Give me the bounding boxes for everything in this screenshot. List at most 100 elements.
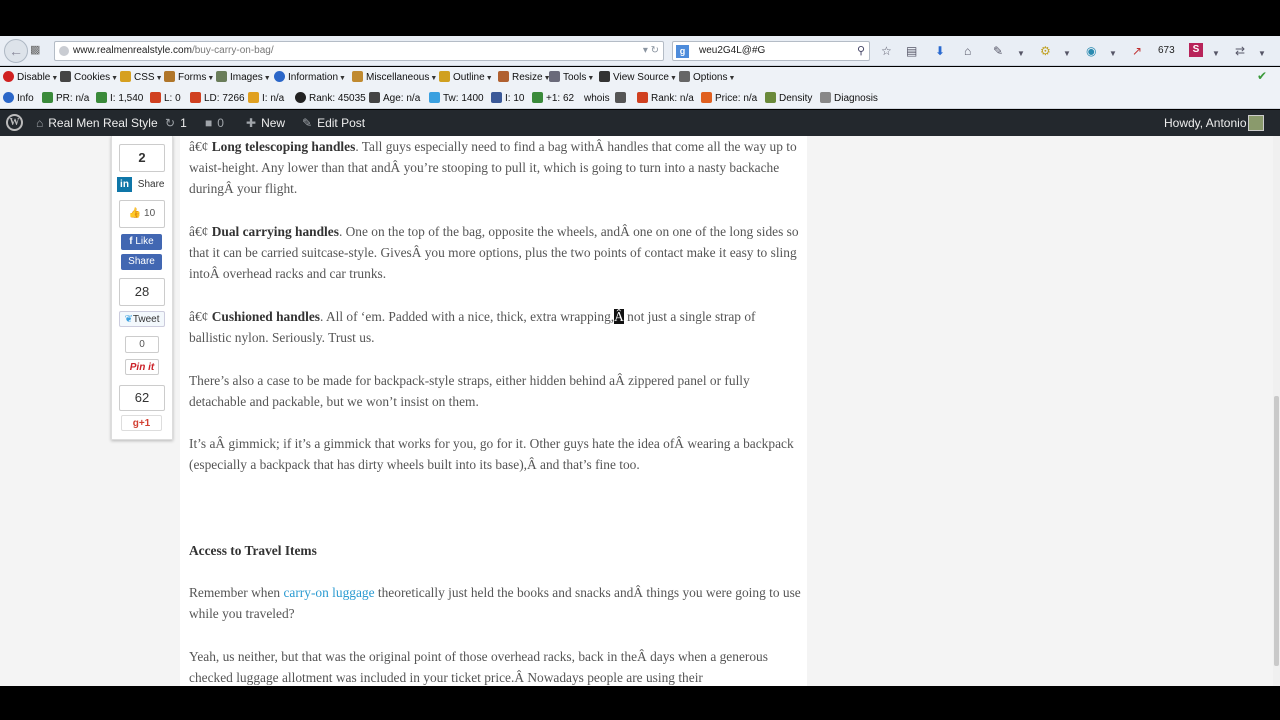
download-icon[interactable]: ⬇ xyxy=(935,44,945,58)
wp-updates[interactable]: ↻ 1 xyxy=(165,116,187,130)
seo-gplus[interactable]: +1: 62 xyxy=(532,92,574,105)
scrollbar-thumb[interactable] xyxy=(1274,396,1279,666)
carry-on-luggage-link[interactable]: carry-on luggage xyxy=(283,585,374,600)
tb-tools[interactable]: Tools▼ xyxy=(549,71,594,85)
screen: ← ▩ www.realmenrealstyle.com/buy-carry-o… xyxy=(0,0,1280,720)
url-path: /buy-carry-on-bag/ xyxy=(191,45,274,56)
source-icon xyxy=(615,92,626,103)
seo-facebook[interactable]: I: 10 xyxy=(491,92,524,105)
css-icon xyxy=(120,71,131,82)
seo-info[interactable]: Info xyxy=(3,92,34,105)
web-developer-toolbar: Disable▼ Cookies▼ CSS▼ Forms▼ Images▼ In… xyxy=(0,67,1280,88)
avatar[interactable] xyxy=(1248,115,1264,131)
wp-comments[interactable]: ■ 0 xyxy=(205,116,224,130)
tb-css[interactable]: CSS▼ xyxy=(120,71,163,85)
facebook-icon: f xyxy=(129,236,133,247)
pinit-button[interactable]: Pin it xyxy=(125,359,159,375)
tb-images[interactable]: Images▼ xyxy=(216,71,271,85)
pin-count: 0 xyxy=(125,336,159,353)
tb-information[interactable]: Information▼ xyxy=(274,71,346,85)
home-icon[interactable]: ⌂ xyxy=(964,44,971,58)
seo-google-index[interactable]: I: 1,540 xyxy=(96,92,143,105)
facebook-like-count: 👍 10 xyxy=(119,200,165,228)
seo-toolbar: Info PR: n/a I: 1,540 L: 0 LD: 7266 I: n… xyxy=(0,88,1280,109)
seo-age[interactable]: Age: n/a xyxy=(369,92,420,105)
paragraph-dual-handles: â€¢ Dual carrying handles. One on the to… xyxy=(189,224,799,282)
share-sidebar: 2 in Share 👍 10 f Like Share 28 ❦Tweet 0… xyxy=(111,136,173,440)
paragraph-backpack-straps: There’s also a case to be made for backp… xyxy=(189,373,750,410)
bookmarks-list-icon[interactable]: ▤ xyxy=(906,44,917,58)
chevron-down-icon[interactable]: ▼ xyxy=(1109,47,1117,61)
facebook-share-button[interactable]: Share xyxy=(121,254,162,270)
tb-cookies[interactable]: Cookies▼ xyxy=(60,71,118,85)
seo-price[interactable]: Price: n/a xyxy=(701,92,757,105)
paragraph-long-handles: â€¢ Long telescoping handles. Tall guys … xyxy=(189,139,797,197)
section-heading: Access to Travel Items xyxy=(189,543,317,558)
s-addon-icon[interactable]: S xyxy=(1189,43,1203,57)
seo-pagerank[interactable]: PR: n/a xyxy=(42,92,89,105)
thumbs-up-icon: 👍 xyxy=(128,208,142,219)
outline-icon xyxy=(439,71,450,82)
globe-icon xyxy=(59,46,69,56)
seo-diagnosis[interactable]: Diagnosis xyxy=(820,92,878,105)
seo-link-domains[interactable]: LD: 7266 xyxy=(190,92,245,105)
price-icon xyxy=(701,92,712,103)
wordpress-logo-icon[interactable]: W xyxy=(6,114,23,131)
gplus-button[interactable]: g+1 xyxy=(121,415,162,431)
bookmark-star-icon[interactable]: ☆ xyxy=(881,44,892,58)
tb-options[interactable]: Options▼ xyxy=(679,71,735,85)
seo-density[interactable]: Density xyxy=(765,92,812,105)
reload-icon[interactable]: ▾ ↻ xyxy=(643,42,659,60)
tools-icon[interactable]: ✎ xyxy=(993,44,1003,58)
globe-addon-icon[interactable]: ◉ xyxy=(1086,44,1096,58)
seo-alexa-rank[interactable]: Rank: 45035 xyxy=(295,92,366,105)
google-index-icon xyxy=(96,92,107,103)
seo-whois[interactable]: whois xyxy=(584,92,610,105)
tb-outline[interactable]: Outline▼ xyxy=(439,71,493,85)
linkedin-share-button[interactable]: in Share xyxy=(117,177,167,193)
google-icon: g xyxy=(676,45,689,58)
chevron-down-icon[interactable]: ▼ xyxy=(1017,47,1025,61)
seo-source[interactable] xyxy=(615,92,629,105)
tb-forms[interactable]: Forms▼ xyxy=(164,71,214,85)
bing-icon xyxy=(248,92,259,103)
arrows-addon-icon[interactable]: ⇄ xyxy=(1235,44,1245,58)
gplus-count: 62 xyxy=(119,385,165,411)
paragraph-cushioned-handles: â€¢ Cushioned handles. All of ‘em. Padde… xyxy=(189,309,756,346)
url-bar[interactable]: www.realmenrealstyle.com/buy-carry-on-ba… xyxy=(54,41,664,61)
wp-edit-post[interactable]: ✎ Edit Post xyxy=(302,116,365,130)
updates-icon: ↻ xyxy=(165,116,176,130)
tb-miscellaneous[interactable]: Miscellaneous▼ xyxy=(352,71,437,85)
chevron-down-icon[interactable]: ▼ xyxy=(1063,47,1071,61)
seo-rank[interactable]: Rank: n/a xyxy=(637,92,694,105)
search-icon[interactable]: ⚲ xyxy=(857,42,865,60)
back-button[interactable]: ← xyxy=(4,39,28,63)
link-domains-icon xyxy=(190,92,201,103)
home-icon: ⌂ xyxy=(36,116,44,130)
seo-bing-index[interactable]: I: n/a xyxy=(248,92,284,105)
wp-new[interactable]: ✚ New xyxy=(246,116,285,130)
browser-navbar: ← ▩ www.realmenrealstyle.com/buy-carry-o… xyxy=(0,36,1280,66)
wp-howdy[interactable]: Howdy, Antonio xyxy=(1164,116,1247,130)
seo-twitter[interactable]: Tw: 1400 xyxy=(429,92,484,105)
miscellaneous-icon xyxy=(352,71,363,82)
search-bar[interactable]: g weu2G4L@#G ⚲ xyxy=(672,41,870,61)
tweet-button[interactable]: ❦Tweet xyxy=(119,311,165,327)
chevron-down-icon[interactable]: ▼ xyxy=(1212,47,1220,61)
share-total-count: 2 xyxy=(119,144,165,172)
tb-disable[interactable]: Disable▼ xyxy=(3,71,58,85)
tweet-count: 28 xyxy=(119,278,165,306)
search-input[interactable]: weu2G4L@#G xyxy=(699,45,765,56)
facebook-like-button[interactable]: f Like xyxy=(121,234,162,250)
seo-links[interactable]: L: 0 xyxy=(150,92,181,105)
pencil-icon: ✎ xyxy=(302,116,313,130)
tb-resize[interactable]: Resize▼ xyxy=(498,71,551,85)
diagnosis-icon xyxy=(820,92,831,103)
wp-site-link[interactable]: ⌂ Real Men Real Style xyxy=(36,116,158,130)
gear-icon[interactable]: ⚙ xyxy=(1040,44,1051,58)
chevron-down-icon[interactable]: ▼ xyxy=(1258,47,1266,61)
selected-text[interactable]: Â xyxy=(614,309,624,324)
chart-addon-icon[interactable]: ↗ xyxy=(1132,44,1142,58)
paragraph-overhead-racks: Yeah, us neither, but that was the origi… xyxy=(189,649,768,686)
tb-view-source[interactable]: View Source▼ xyxy=(599,71,677,85)
